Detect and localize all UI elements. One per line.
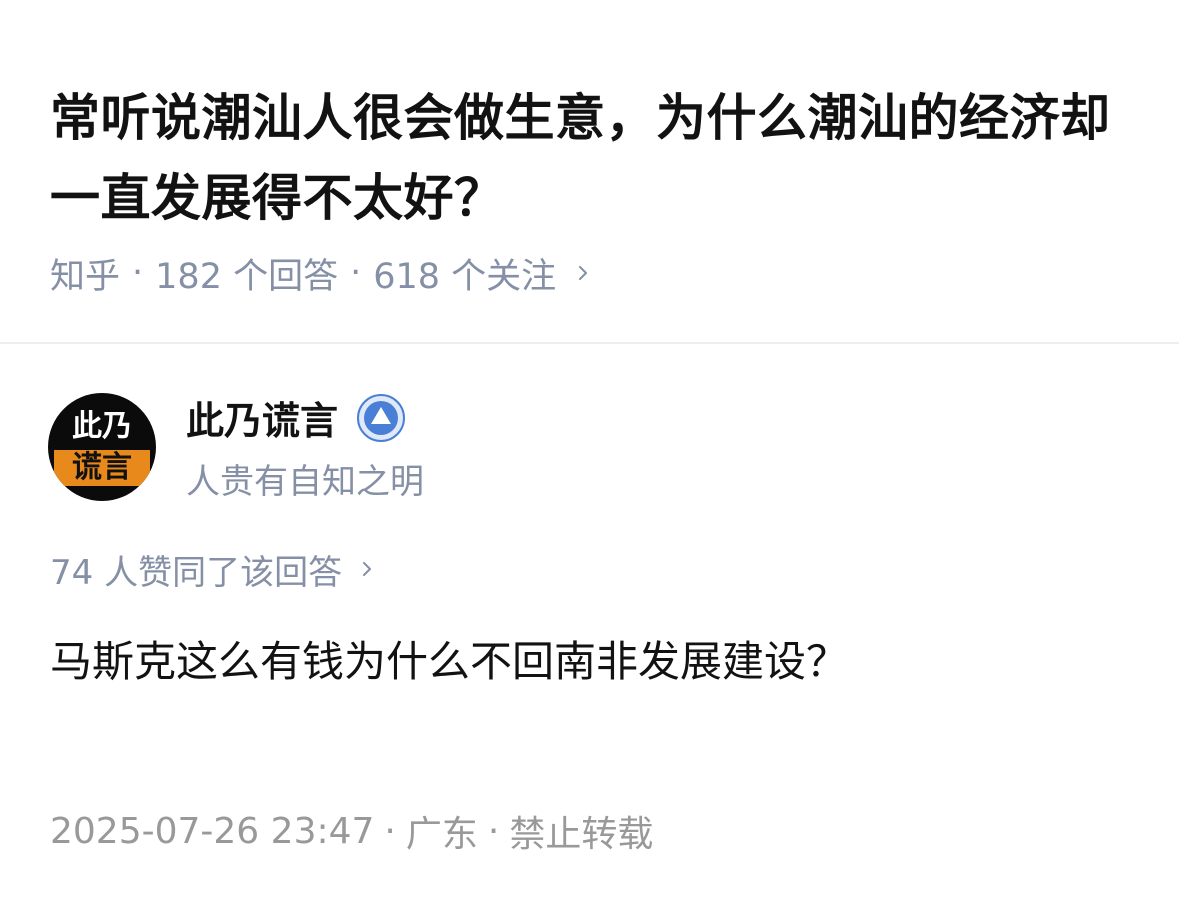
question-source: 知乎 [50, 256, 121, 297]
answer-count: 182 个回答 [155, 256, 339, 297]
meta-separator: · [384, 810, 396, 852]
author-name-row: 此乃谎言 [186, 392, 424, 444]
vote-summary-link[interactable]: 74 人赞同了该回答 [50, 544, 374, 594]
avatar[interactable]: 此乃 谎言 [48, 393, 156, 501]
meta-separator: · [487, 810, 500, 852]
verified-badge-icon[interactable] [356, 393, 406, 443]
chevron-right-icon [363, 562, 372, 576]
answer-content: 马斯克这么有钱为什么不回南非发展建设？ [50, 637, 849, 686]
meta-separator: · [132, 253, 144, 293]
answer-meta: 2025-07-26 23:47 · 广东 · 禁止转载 [50, 806, 653, 856]
answer-location: 广东 [405, 814, 478, 855]
author-bio: 人贵有自知之明 [186, 461, 424, 502]
vote-count: 74 人赞同了该回答 [50, 552, 343, 593]
follow-count: 618 个关注 [373, 256, 557, 297]
author-info: 此乃谎言 人贵有自知之明 [186, 392, 424, 503]
question-title[interactable]: 常听说潮汕人很会做生意，为什么潮汕的经济却一直发展得不太好？ [50, 78, 1140, 238]
question-meta-link[interactable]: 知乎 · 182 个回答 · 618 个关注 [50, 248, 590, 298]
answer-datetime: 2025-07-26 23:47 [50, 810, 375, 852]
author-name[interactable]: 此乃谎言 [186, 390, 338, 445]
copyright-notice: 禁止转载 [509, 814, 654, 855]
avatar-text-bottom: 谎言 [54, 450, 150, 486]
section-divider [0, 342, 1179, 344]
question-header: 常听说潮汕人很会做生意，为什么潮汕的经济却一直发展得不太好？ 知乎 · 182 … [0, 0, 1179, 342]
chevron-right-icon [579, 266, 588, 280]
author-card: 此乃 谎言 此乃谎言 人贵有自知之明 [48, 392, 424, 502]
avatar-text-top: 此乃 [72, 409, 132, 444]
meta-separator: · [350, 253, 362, 293]
